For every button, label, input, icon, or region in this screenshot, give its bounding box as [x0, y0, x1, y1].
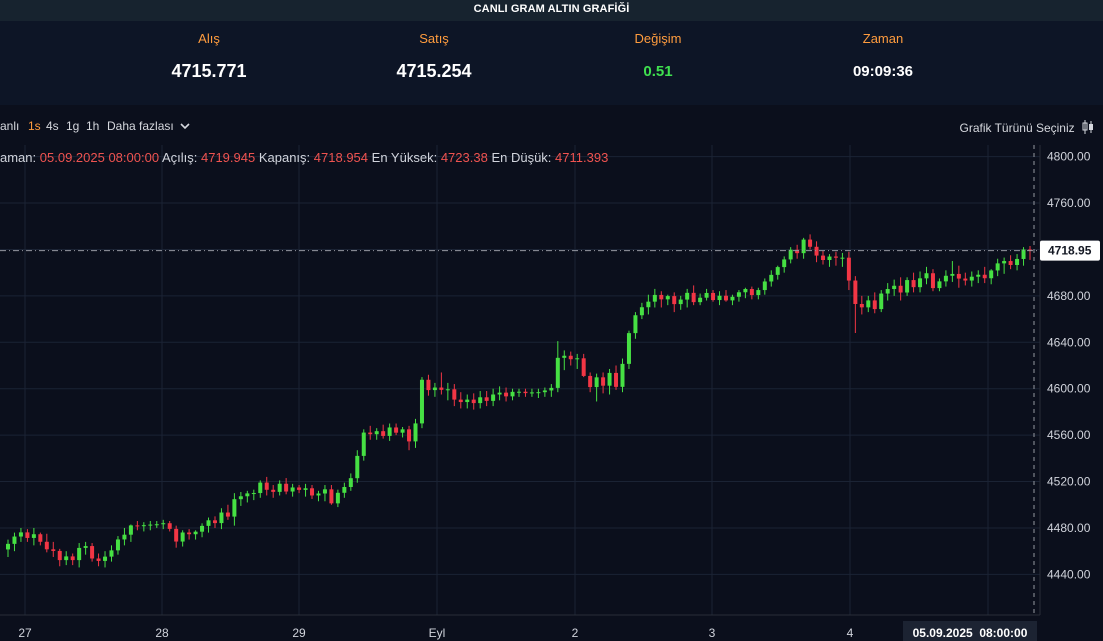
legend-low-value: 4711.393	[555, 150, 609, 165]
timeframe-1g[interactable]: 1g	[66, 119, 79, 133]
candlestick-icon	[1082, 120, 1093, 134]
y-tick-label: 4600.00	[1047, 382, 1091, 396]
degisim-label: Değişim	[634, 31, 682, 46]
zaman-value: 09:09:36	[852, 63, 914, 80]
chart-type-label: Grafik Türünü Seçiniz	[959, 121, 1075, 135]
last-price-label: 4718.95	[1048, 244, 1092, 258]
zaman-label: Zaman	[862, 31, 904, 46]
x-tick-label: 28	[155, 626, 169, 640]
page-title: CANLI GRAM ALTIN GRAFİĞİ	[0, 0, 1103, 21]
legend-time-label: aman:	[0, 150, 37, 165]
x-tick-label: 29	[292, 626, 306, 640]
timeframe-4s[interactable]: 4s	[46, 119, 59, 133]
timeframe-1h[interactable]: 1h	[86, 119, 99, 133]
satis-value: 4715.254	[396, 61, 472, 81]
x-tick-label: Eyl	[429, 626, 446, 640]
legend-high-label: En Yüksek:	[371, 150, 438, 165]
quote-degisim: Değişim 0.51	[548, 21, 768, 80]
satis-label: Satış	[419, 31, 449, 46]
y-tick-label: 4560.00	[1047, 428, 1091, 442]
candle	[626, 330, 631, 369]
x-tick-label: 4	[847, 626, 854, 640]
chevron-down-icon	[180, 123, 190, 130]
y-tick-label: 4520.00	[1047, 475, 1091, 489]
quote-zaman: Zaman 09:09:36	[773, 21, 993, 80]
quote-alis: Alış 4715.771	[99, 21, 319, 82]
chart-type-button[interactable]: Grafik Türünü Seçiniz	[959, 119, 1094, 135]
crosshair-time-tag: 05.09.2025 08:00:00	[903, 621, 1037, 641]
y-tick-label: 4480.00	[1047, 521, 1091, 535]
quote-satis: Satış 4715.254	[324, 21, 544, 82]
y-tick-label: 4640.00	[1047, 335, 1091, 349]
timeframe-1s[interactable]: 1s	[28, 119, 41, 133]
y-tick-label: 4760.00	[1047, 196, 1091, 210]
legend-open-label: Açılış:	[161, 150, 198, 165]
x-tick-label: 27	[18, 626, 32, 640]
ohlc-legend: aman: 05.09.2025 08:00:00 Açılış: 4719.9…	[0, 150, 608, 165]
alis-label: Alış	[198, 31, 220, 46]
y-tick-label: 4440.00	[1047, 567, 1091, 581]
crosshair-time-label: 05.09.2025 08:00:00	[913, 626, 1028, 640]
candle	[419, 377, 424, 429]
y-tick-label: 4680.00	[1047, 289, 1091, 303]
y-tick-label: 4800.00	[1047, 150, 1091, 164]
degisim-value: 0.51	[643, 63, 673, 80]
x-tick-label: 2	[572, 626, 579, 640]
legend-high-value: 4723.38	[440, 150, 488, 165]
last-price-tag: 4718.95	[1040, 240, 1100, 261]
quote-panel: Alış 4715.771 Satış 4715.254 Değişim 0.5…	[0, 21, 1103, 105]
live-tab[interactable]: anlı	[0, 119, 19, 133]
legend-open-value: 4719.945	[200, 150, 256, 165]
legend-low-label: En Düşük:	[491, 150, 552, 165]
legend-time-value: 05.09.2025 08:00:00	[39, 150, 160, 165]
legend-close-label: Kapanış:	[258, 150, 311, 165]
chart-toolbar: anlı 1s 4s 1g 1h Daha fazlası Grafik Tür…	[0, 105, 1103, 145]
alis-value: 4715.771	[171, 61, 247, 81]
candlestick-chart[interactable]: 4440.00 4480.00 4520.00 4560.00 4600.00 4640.…	[0, 145, 1103, 641]
more-timeframes-button[interactable]: Daha fazlası	[107, 119, 190, 133]
more-timeframes-label: Daha fazlası	[107, 119, 174, 133]
x-tick-label: 3	[709, 626, 716, 640]
legend-close-value: 4718.954	[313, 150, 369, 165]
